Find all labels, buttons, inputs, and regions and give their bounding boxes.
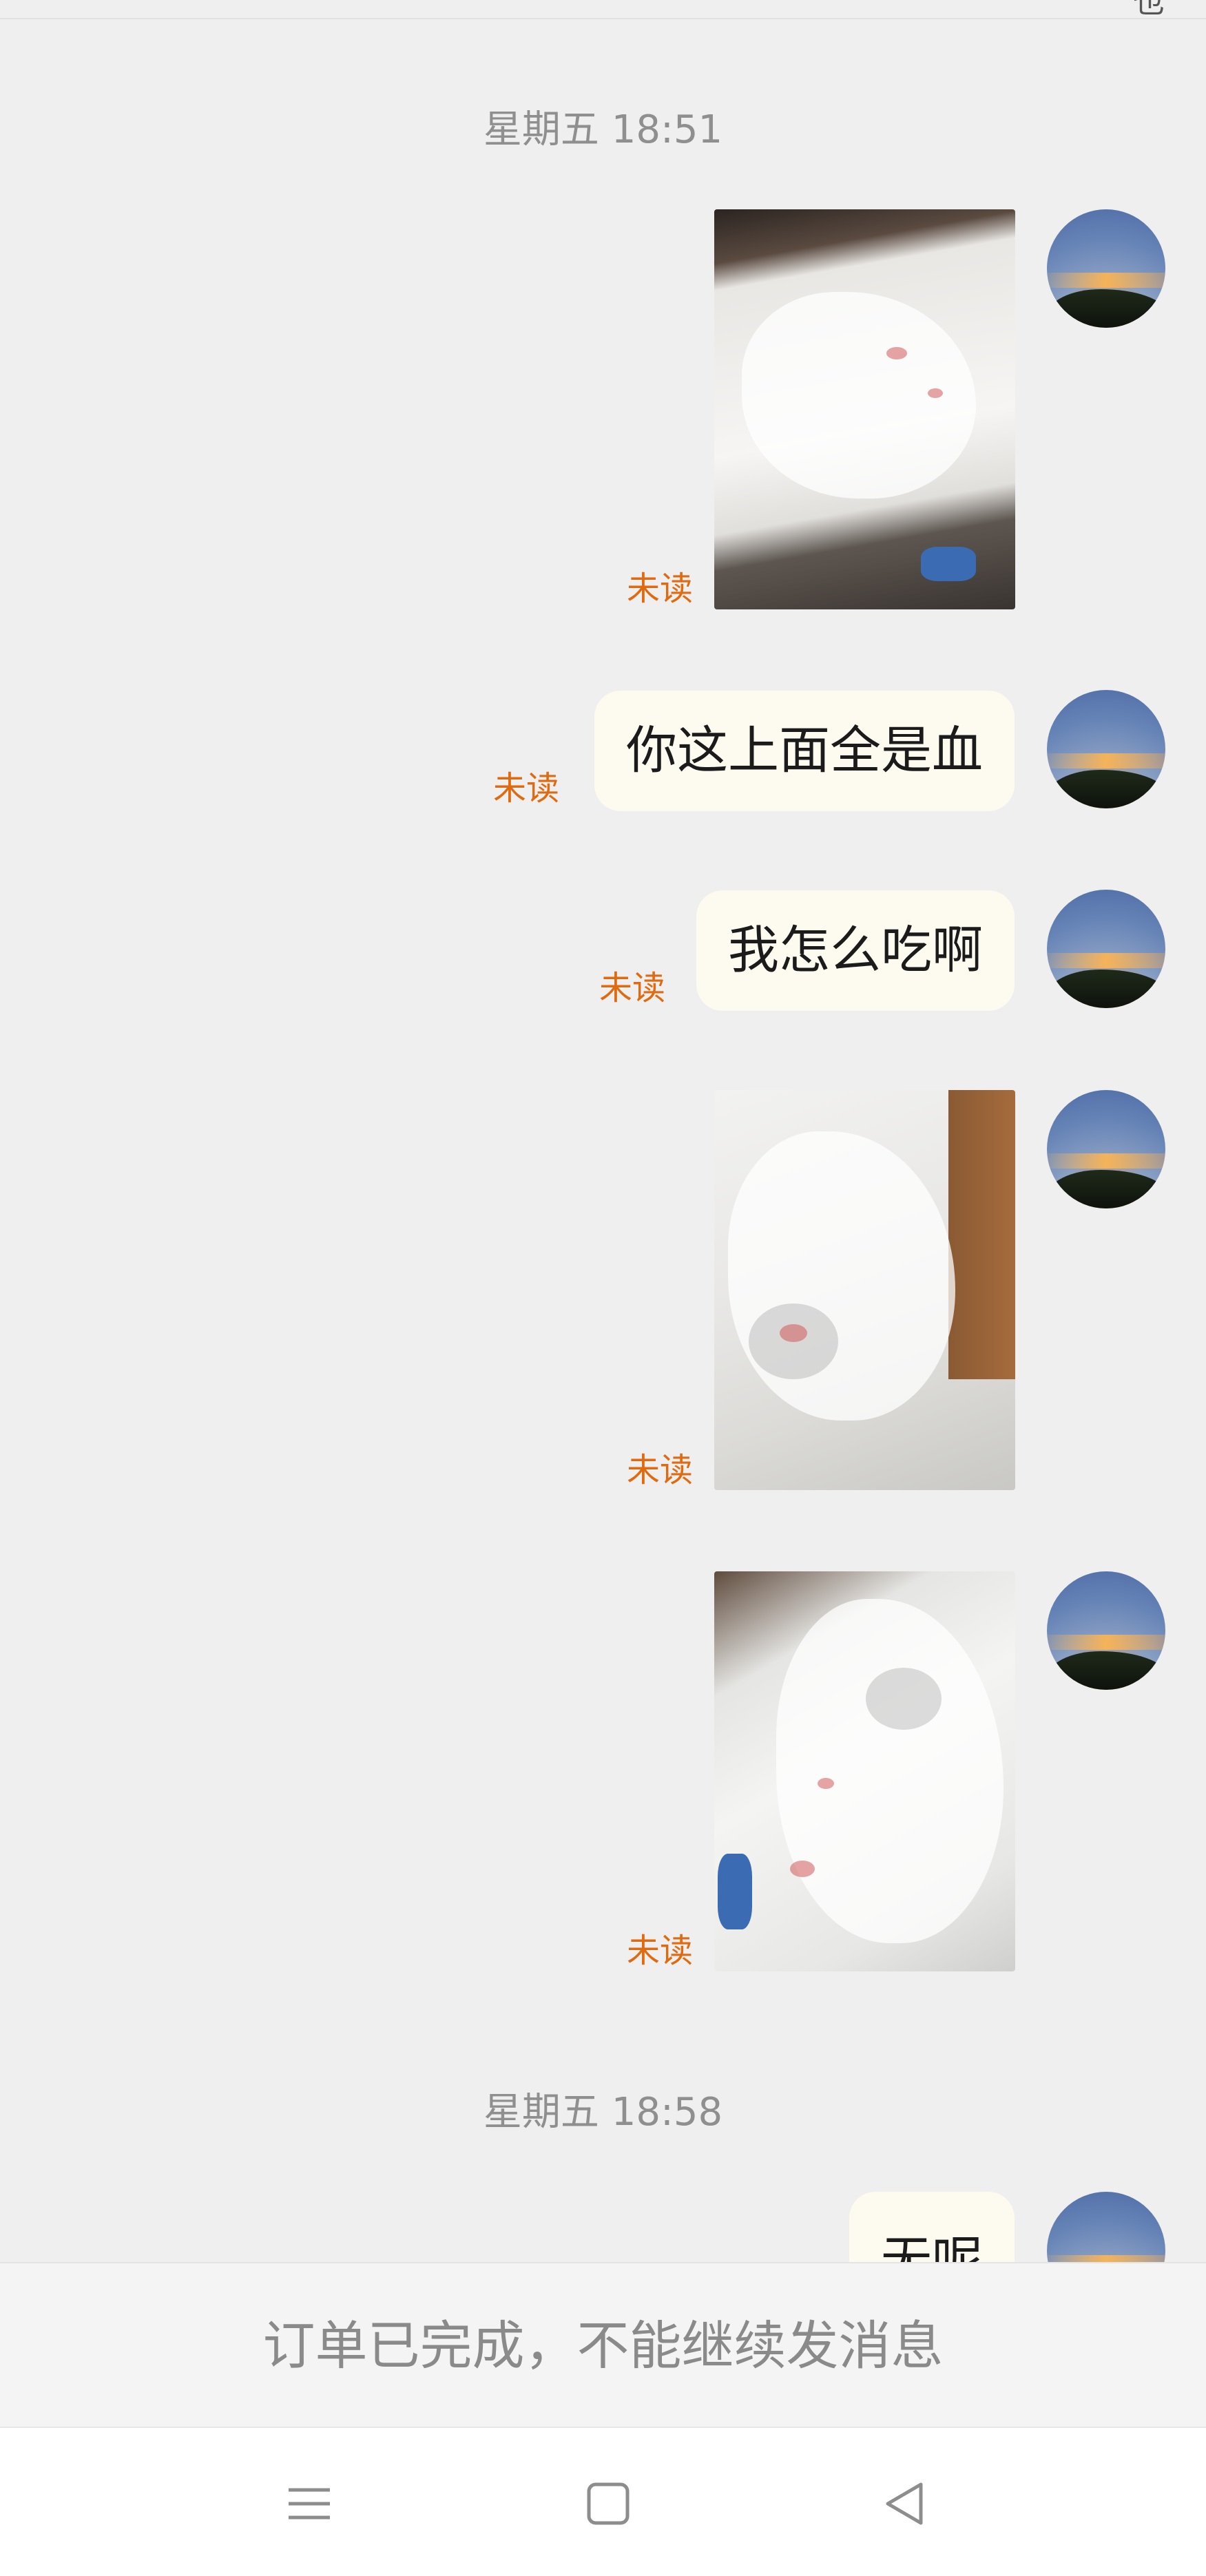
avatar-treeline (1047, 1170, 1165, 1208)
avatar-treeline (1047, 1651, 1165, 1690)
back-icon[interactable] (871, 2469, 940, 2538)
sandal-shape (921, 547, 976, 581)
message-image[interactable] (714, 1571, 1015, 1971)
avatar[interactable] (1047, 209, 1165, 328)
bag-shadow (866, 1668, 942, 1730)
bag-fold (728, 1131, 955, 1421)
message-bubble[interactable]: 我怎么吃啊 (696, 890, 1015, 1011)
timestamp: 星期五 18:58 (483, 2090, 723, 2135)
unread-status: 未读 (627, 1451, 694, 1489)
unread-status: 未读 (627, 569, 694, 608)
bag-stain (780, 1324, 807, 1342)
sandal-shape (718, 1854, 752, 1929)
bag-fold (776, 1599, 1004, 1943)
home-icon[interactable] (574, 2469, 643, 2538)
wood-panel (948, 1090, 1015, 1379)
bag-stain (818, 1778, 834, 1789)
bag-stain (886, 347, 907, 359)
avatar[interactable] (1047, 690, 1165, 808)
status-bar-glyph: 也 (1133, 0, 1165, 20)
unread-status: 未读 (599, 969, 666, 1007)
bag-stain (790, 1861, 815, 1877)
avatar-sunset-glow (1047, 273, 1165, 288)
bag-stain (928, 388, 943, 398)
top-divider (0, 18, 1206, 19)
unread-status: 未读 (493, 769, 560, 808)
avatar-treeline (1047, 289, 1165, 328)
avatar-sunset-glow (1047, 753, 1165, 768)
unread-status: 未读 (627, 1931, 694, 1970)
avatar[interactable] (1047, 890, 1165, 1008)
avatar[interactable] (1047, 1090, 1165, 1208)
avatar-treeline (1047, 970, 1165, 1008)
message-bubble[interactable]: 你这上面全是血 (594, 691, 1015, 811)
avatar[interactable] (1047, 1571, 1165, 1690)
avatar-sunset-glow (1047, 1635, 1165, 1650)
avatar-treeline (1047, 770, 1165, 808)
chat-screen: 也 星期五 18:51 未读 你这上面全是血 未读 我怎么吃啊 未读 未读 未读… (0, 0, 1206, 2576)
avatar-sunset-glow (1047, 953, 1165, 968)
message-image[interactable] (714, 209, 1015, 609)
menu-icon[interactable] (275, 2469, 344, 2538)
avatar-sunset-glow (1047, 1153, 1165, 1169)
order-completed-notice: 订单已完成，不能继续发消息 (0, 2262, 1206, 2427)
message-image[interactable] (714, 1090, 1015, 1490)
timestamp: 星期五 18:51 (483, 107, 723, 152)
system-nav-bar (0, 2427, 1206, 2576)
